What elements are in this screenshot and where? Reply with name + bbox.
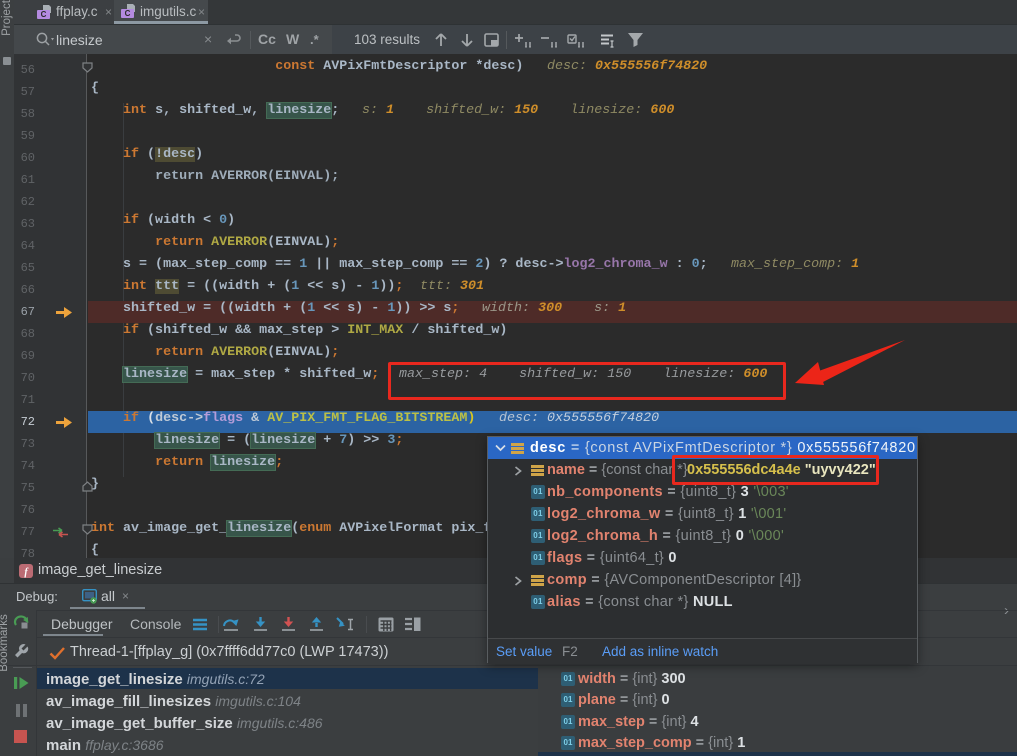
svg-text:C: C (41, 10, 47, 19)
svg-text:C: C (125, 9, 131, 18)
